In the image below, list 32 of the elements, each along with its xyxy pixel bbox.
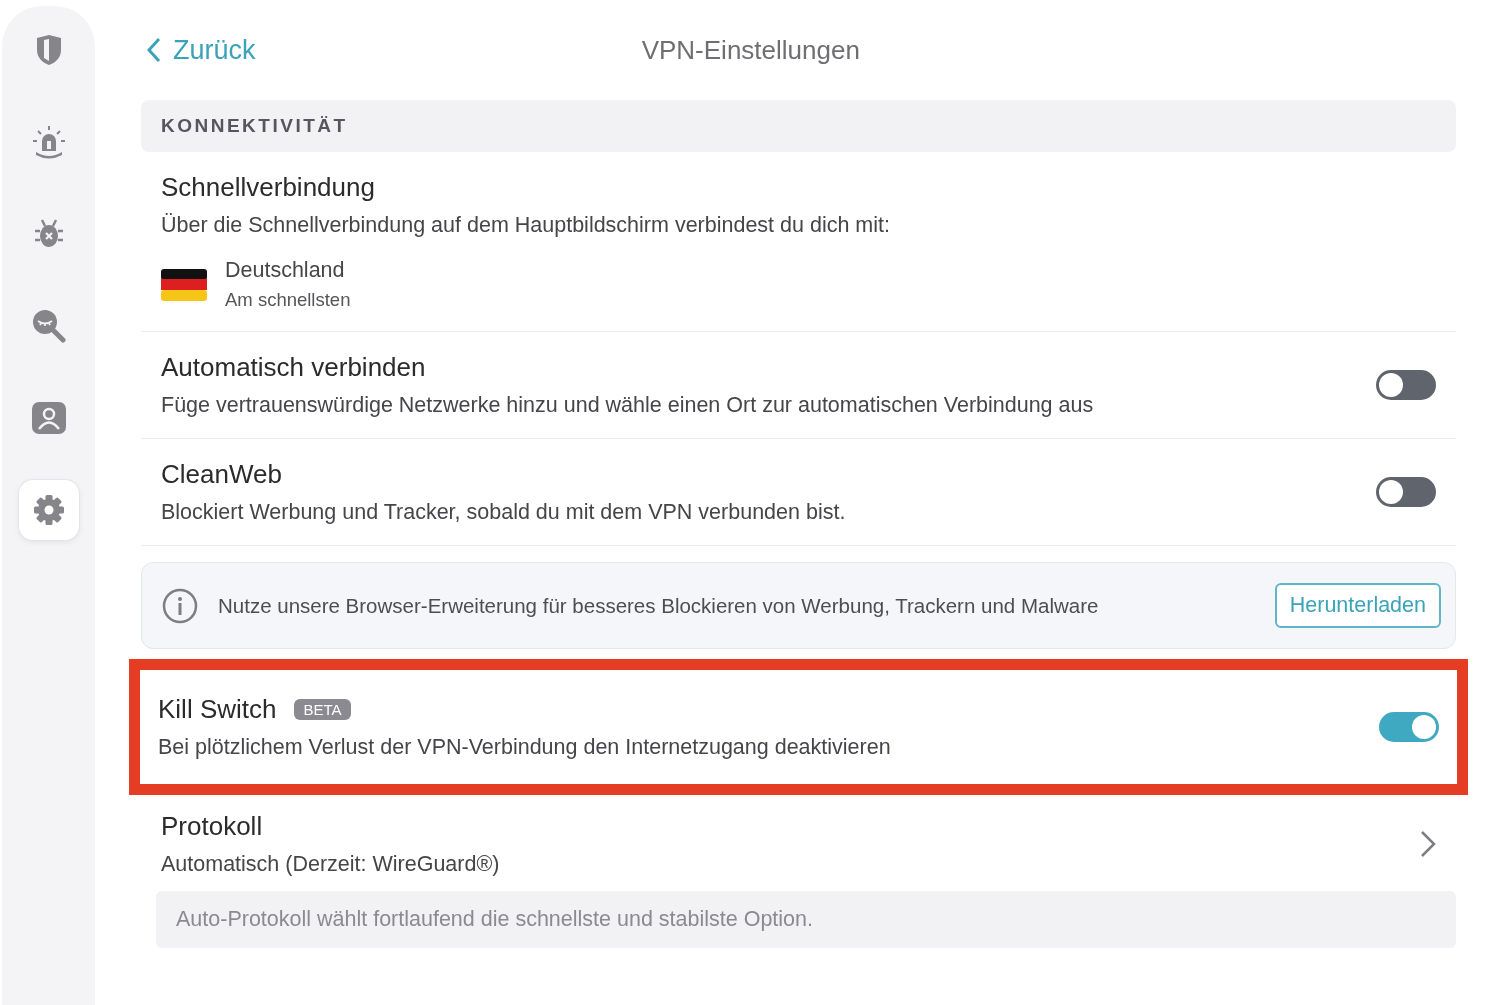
setting-title: Kill Switch [158,694,277,725]
sidebar-item[interactable] [18,480,79,540]
chevron-right-icon[interactable] [1420,830,1436,858]
toggle-switch[interactable] [1376,370,1436,400]
flag-icon [161,268,207,301]
toggle-switch[interactable] [1376,477,1436,507]
page-title: VPN-Einstellungen [640,34,861,66]
settings-icon [32,494,65,526]
setting-description: Über die Schnellverbindung auf dem Hauptbildschirm verbindest du dich mit: [161,213,891,238]
setting-description: Füge vertrauenswürdige Netzwerke hinzu und wähle einen Ort zur automatischen Verbindung aus [161,393,1095,418]
download-button[interactable]: Herunterladen [1274,583,1441,628]
setting-title: CleanWeb [161,459,282,490]
server-subtitle: Am schnellsten [225,289,351,311]
info-icon [162,587,198,624]
user-icon [31,402,66,434]
chevron-left-icon [147,37,161,63]
country-name: Deutschland [225,258,346,283]
protocol-note: Auto-Protokoll wählt fortlaufend die schnellste und stabilste Option. [156,891,1456,948]
section-header: KONNEKTIVITÄT [141,100,1456,152]
alarm-light-icon [30,125,67,159]
setting-title: Protokoll [161,811,264,842]
beta-badge: BETA [294,699,351,720]
setting-title: Schnellverbindung [161,172,376,203]
magnifier-eye-icon [31,309,66,343]
back-link[interactable]: Zurück [141,34,256,66]
setting-description: Bei plötzlichem Verlust der VPN-Verbindung den Internetzugang deaktivieren [158,735,892,760]
shield-icon [34,34,63,66]
info-text: Nutze unsere Browser-Erweiterung für besseres Blockieren von Werbung, Trackern und Malware [218,593,1100,618]
setting-description: Blockiert Werbung und Tracker, sobald du mit dem VPN verbunden bist. [161,500,847,525]
setting-title: Automatisch verbinden [161,352,426,383]
setting-description: Automatisch (Derzeit: WireGuard®) [161,852,501,877]
toggle-switch[interactable] [1379,712,1439,742]
